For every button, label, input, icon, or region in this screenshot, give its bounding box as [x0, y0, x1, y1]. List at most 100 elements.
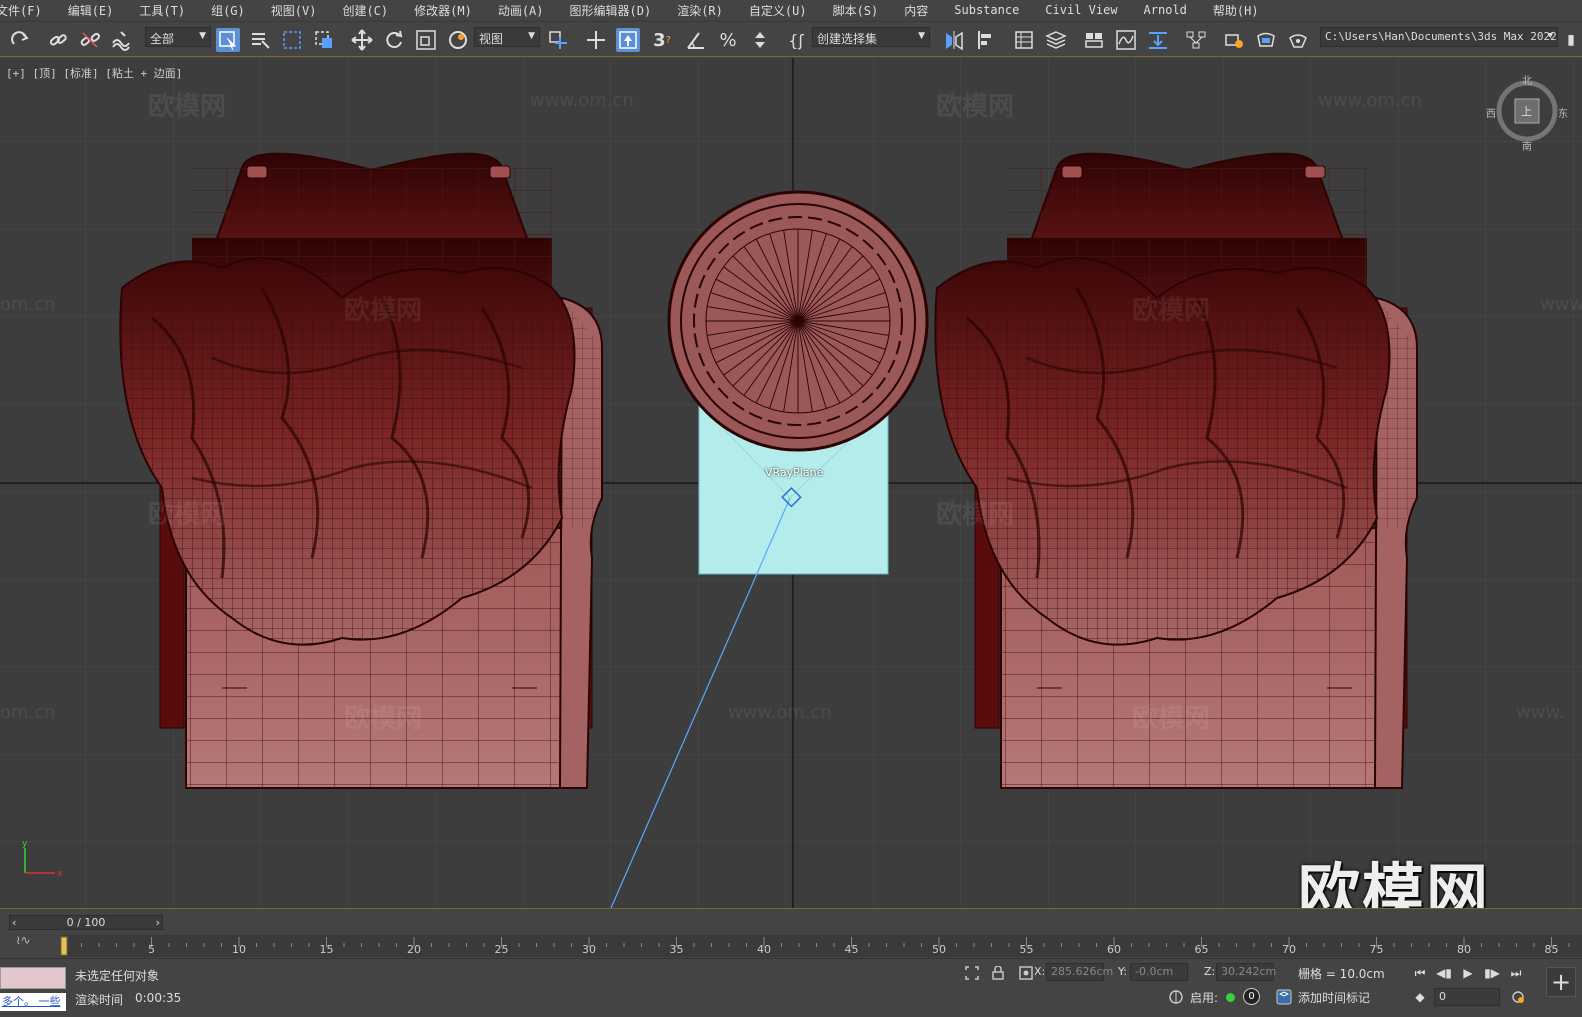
chevron-down-icon: ▼: [918, 31, 925, 41]
scale-icon[interactable]: [414, 28, 438, 52]
menu-tools[interactable]: 工具(T): [139, 2, 185, 19]
top-viewport[interactable]: y x [+] [顶] [标准] [粘土 + 边面] 欧模网 www.om.cn…: [0, 58, 1582, 908]
viewcube-north[interactable]: 北: [1522, 72, 1532, 87]
armchair-left[interactable]: [118, 151, 604, 790]
menu-customize[interactable]: 自定义(U): [749, 2, 807, 19]
render-time-label: 渲染时间: [75, 993, 124, 1007]
x-coordinate-field[interactable]: 285.626cm: [1046, 963, 1113, 981]
window-crossing-icon[interactable]: [312, 28, 336, 52]
select-object-icon[interactable]: [216, 28, 240, 52]
selection-filter-dropdown[interactable]: 全部 ▼: [145, 27, 211, 47]
menu-modifiers[interactable]: 修改器(M): [414, 2, 472, 19]
mirror-icon[interactable]: [942, 28, 966, 52]
z-label: Z:: [1204, 965, 1216, 978]
menu-content[interactable]: 内容: [904, 2, 928, 19]
isolate-selection-icon[interactable]: [962, 963, 982, 983]
percent-snap-icon[interactable]: %: [716, 28, 740, 52]
menu-civil-view[interactable]: Civil View: [1045, 3, 1117, 17]
current-frame-field[interactable]: 0: [1434, 988, 1500, 1006]
absolute-mode-icon[interactable]: [1016, 963, 1036, 983]
enable-count-badge[interactable]: 0: [1243, 988, 1260, 1005]
snaps-toggle-icon[interactable]: 3?: [650, 28, 674, 52]
angle-snap-icon[interactable]: [684, 28, 708, 52]
spinner-snap-icon[interactable]: [748, 28, 772, 52]
round-table[interactable]: [667, 190, 929, 452]
menu-group[interactable]: 组(G): [211, 2, 245, 19]
play-icon[interactable]: ▶: [1458, 963, 1478, 983]
render-setup-icon[interactable]: [1222, 28, 1246, 52]
menu-substance[interactable]: Substance: [954, 3, 1019, 17]
go-to-start-icon[interactable]: ⏮: [1410, 963, 1430, 983]
menu-help[interactable]: 帮助(H): [1213, 2, 1259, 19]
time-slider-handle[interactable]: [60, 936, 68, 956]
armchair-right[interactable]: [933, 151, 1419, 790]
status-link[interactable]: 多个。 一些: [0, 993, 66, 1011]
select-manipulate-icon[interactable]: [584, 28, 608, 52]
viewcube-west[interactable]: 西: [1486, 105, 1496, 120]
time-tag-icon[interactable]: [1274, 987, 1294, 1007]
timeline-tick-label: 15: [319, 943, 334, 956]
align-icon[interactable]: [974, 28, 998, 52]
chevron-left-icon[interactable]: ‹: [12, 916, 16, 929]
menu-rendering[interactable]: 渲染(R): [677, 2, 723, 19]
chevron-right-icon[interactable]: ›: [156, 916, 160, 929]
menu-animation[interactable]: 动画(A): [498, 2, 544, 19]
ribbon-toggle-icon[interactable]: [1082, 28, 1106, 52]
menu-arnold[interactable]: Arnold: [1144, 3, 1187, 17]
time-track[interactable]: 5 10 15 20 25 30 35 40 45 50 55 60 65 70 75 80 85: [60, 935, 1582, 957]
viewport-label[interactable]: [+] [顶] [标准] [粘土 + 边面]: [6, 65, 182, 81]
redo-icon[interactable]: [8, 28, 32, 52]
named-selection-dropdown[interactable]: 创建选择集 ▼: [812, 27, 930, 47]
timeline-tick-label: 75: [1369, 943, 1384, 956]
menu-scripting[interactable]: 脚本(S): [833, 2, 879, 19]
curve-editor-icon[interactable]: [1114, 28, 1138, 52]
project-path-dropdown[interactable]: C:\Users\Han\Documents\3ds Max 2022 ▼: [1320, 27, 1558, 47]
grid-size: 栅格 = 10.0cm: [1298, 967, 1385, 981]
viewcube[interactable]: 北 南 西 东 上: [1486, 76, 1568, 153]
add-time-tag[interactable]: 添加时间标记: [1298, 989, 1370, 1006]
viewcube-top-face[interactable]: 上: [1521, 103, 1532, 119]
toolbar-overflow-icon[interactable]: ▮: [1562, 28, 1580, 52]
menu-file[interactable]: 文件(F): [0, 2, 42, 19]
maxscript-listener-mini[interactable]: [0, 967, 66, 989]
main-toolbar: 全部 ▼ 视图 ▼ 3? % {ʃ 创建选择集 ▼ C:\Users\Han\Docu…: [0, 21, 1582, 57]
adaptive-degradation-icon[interactable]: [1166, 987, 1186, 1007]
curve-editor-toggle-icon[interactable]: ≀∿: [16, 933, 31, 947]
x-label: X:: [1034, 965, 1046, 978]
z-coordinate-field[interactable]: 30.242cm: [1216, 963, 1276, 981]
menu-create[interactable]: 创建(C): [342, 2, 388, 19]
rendered-frame-window-icon[interactable]: [1254, 28, 1278, 52]
place-icon[interactable]: [446, 28, 470, 52]
edit-named-selection-icon[interactable]: {ʃ: [784, 28, 808, 52]
previous-frame-icon[interactable]: ◀▮: [1434, 963, 1454, 983]
time-slider[interactable]: ‹ 0 / 100 ›: [9, 915, 163, 930]
next-frame-icon[interactable]: ▮▶: [1482, 963, 1502, 983]
schematic-view-icon[interactable]: [1184, 28, 1208, 52]
link-icon[interactable]: [46, 28, 70, 52]
menu-edit[interactable]: 编辑(E): [68, 2, 114, 19]
move-icon[interactable]: [350, 28, 374, 52]
pivot-center-icon[interactable]: [546, 28, 570, 52]
watermark-logo: 欧模网: [1298, 856, 1491, 908]
menu-views[interactable]: 视图(V): [271, 2, 317, 19]
bind-space-warp-icon[interactable]: [110, 28, 134, 52]
viewcube-east[interactable]: 东: [1558, 105, 1568, 120]
dope-sheet-icon[interactable]: [1146, 28, 1170, 52]
go-to-end-icon[interactable]: ⏭: [1506, 963, 1526, 983]
time-configuration-icon[interactable]: [1508, 987, 1528, 1007]
viewcube-south[interactable]: 南: [1522, 138, 1532, 153]
select-by-name-icon[interactable]: [248, 28, 272, 52]
scene-explorer-icon[interactable]: [1012, 28, 1036, 52]
rotate-icon[interactable]: [382, 28, 406, 52]
lock-selection-icon[interactable]: [988, 963, 1008, 983]
keyboard-shortcut-override-icon[interactable]: [616, 28, 640, 52]
layer-explorer-icon[interactable]: [1044, 28, 1068, 52]
add-viewport-icon[interactable]: +: [1546, 967, 1576, 997]
y-coordinate-field[interactable]: -0.0cm: [1130, 963, 1188, 981]
unlink-icon[interactable]: [78, 28, 102, 52]
rectangular-selection-icon[interactable]: [280, 28, 304, 52]
render-production-icon[interactable]: [1286, 28, 1310, 52]
reference-coordinate-dropdown[interactable]: 视图 ▼: [474, 27, 540, 47]
menu-graph-editors[interactable]: 图形编辑器(D): [570, 2, 652, 19]
key-mode-icon[interactable]: ◆: [1410, 987, 1430, 1007]
